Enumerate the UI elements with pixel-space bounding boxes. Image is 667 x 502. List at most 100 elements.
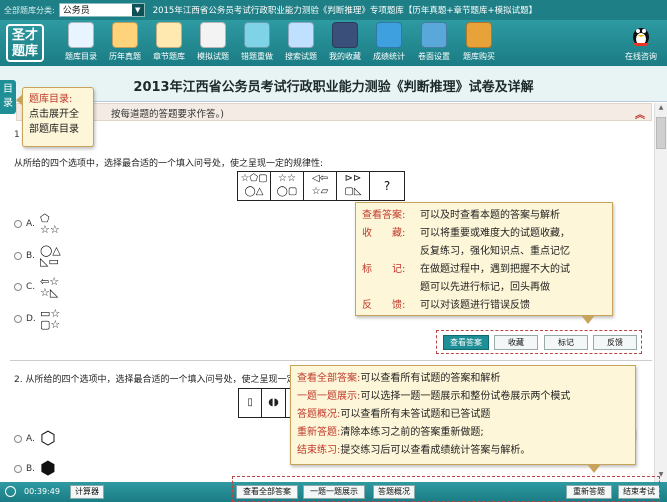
online-consult-button[interactable]: 在线咨询 [620,22,662,62]
refresh-icon [244,22,270,48]
penguin-icon [628,22,654,48]
toolbar-button-label: 我的收藏 [329,52,361,61]
tooltip-row: 答题概况: 可以查看所有未答试题和已答试题 [297,406,629,424]
tooltip-row: 重新答题: 清除本练习之前的答案重新做题; [297,424,629,442]
toolbar-button-7[interactable]: 我的收藏 [324,22,366,62]
category-select[interactable]: 公务员 ▼ [58,3,145,17]
toolbar-button-4[interactable]: 模拟试题 [192,22,234,62]
toolbar-button-2[interactable]: 历年真题 [104,22,146,62]
tooltip-key: 收 藏: [362,228,406,239]
q2-option-a[interactable]: A. ⬡ [14,428,84,450]
exam-title-bar: 2013年江西省公务员考试行政职业能力测验《判断推理》试卷及详解 [0,66,667,102]
bottom-actions-tooltip: 查看全部答案: 可以查看所有试题的答案和解析 一题一题展示: 可以选择一题一题展示和整… [290,365,636,473]
toolbar-button-1[interactable]: 题库目录 [60,22,102,62]
tooltip-row: 题可以先进行标记，回头再做 [362,279,606,297]
option-radio[interactable] [14,220,22,228]
logo-line-1: 圣才 [11,28,38,43]
favorite-button[interactable]: 收藏 [494,335,538,350]
tooltip-row: 反复练习，强化知识点、重点记忆 [362,243,606,261]
toolbar-button-8[interactable]: 成绩统计 [368,22,410,62]
option-b[interactable]: B. ◯△ ◺▭ [14,245,84,267]
catalog-tooltip: 题库目录: 点击展开全部题库目录 [16,87,94,147]
q2-option-b[interactable]: B. ⬢ [14,458,84,480]
sequence-cell: ☆☆ ◯▢ [271,172,304,200]
tooltip-value: 反复练习，强化知识点、重点记忆 [420,246,570,257]
vertical-scrollbar[interactable]: ▲ ▼ [654,103,667,482]
toolbar-button-label: 题库目录 [65,52,97,61]
option-figure: ◯△ ◺▭ [40,244,61,268]
sequence-cell: ? [383,179,391,193]
option-figure: ▭☆ ▢☆ [40,307,61,331]
main-toolbar: 圣才 题库 题库目录 历年真题 章节题库 模拟试题 错题重做 搜索试题 我的收藏 成绩统计 卷面… [0,20,667,66]
scroll-thumb[interactable] [656,117,666,149]
toolbar-button-6[interactable]: 搜索试题 [280,22,322,62]
option-c[interactable]: C. ⇦☆ ☆◺ [14,276,84,298]
catalog-tooltip-title: 题库目录: [29,94,73,105]
question-1-stem: 从所给的四个选项中，选择最合适的一个填入问号处，使之呈现一定的规律性: [14,159,324,169]
calculator-button[interactable]: 计算器 [70,485,104,499]
option-radio[interactable] [14,283,22,291]
tooltip-row: 收 藏: 可以将重要或难度大的试题收藏， [362,225,606,243]
option-letter: C. [26,282,36,292]
elapsed-time: 00:39:49 [24,487,60,496]
online-consult-label: 在线咨询 [625,52,657,61]
toolbar-button-10[interactable]: 题库购买 [458,22,500,62]
tooltip-value: 题可以先进行标记，回头再做 [420,282,550,293]
feedback-button[interactable]: 反馈 [593,335,637,350]
cart-icon [466,22,492,48]
tooltip-value: 在做题过程中，遇到把握不大的试 [420,264,570,275]
scroll-up-icon[interactable]: ▲ [656,104,666,114]
option-figure: ⬡ [40,428,56,449]
window-title: 2015年江西省公务员考试行政职业能力测验《判断推理》专项题库【历年真题+章节题… [152,6,538,16]
option-radio[interactable] [14,315,22,323]
option-a[interactable]: A. ⬠ ☆☆ [14,213,84,235]
option-d[interactable]: D. ▭☆ ▢☆ [14,308,84,330]
toolbar-button-label: 错题重做 [241,52,273,61]
sequence-cell: ▯ [239,389,263,417]
question-1-figure-sequence: ☆⬠▢ ◯△ ☆☆ ◯▢ ◁⇦ ☆▱ ⊳⊳ ▢◺? [237,171,405,201]
toolbar-button-label: 卷面设置 [418,52,450,61]
tooltip-value: 可以将重要或难度大的试题收藏， [420,228,570,239]
tooltip-key [362,279,420,297]
tooltip-value: 可以对该题进行错误反馈 [420,300,530,311]
toolbar-button-3[interactable]: 章节题库 [148,22,190,62]
pencil-note-icon [156,22,182,48]
option-letter: A. [26,434,35,444]
toolbar-button-label: 模拟试题 [197,52,229,61]
exam-actions-group [232,476,660,502]
sequence-cell: ⊳⊳ ▢◺ [337,172,370,200]
collapse-up-icon[interactable]: ︽ [635,106,645,121]
question-1-action-group: 查看答案 收藏 标记 反馈 [436,330,642,354]
tooltip-key: 答题概况: [297,409,341,420]
option-radio[interactable] [14,252,22,260]
category-select-value: 公务员 [62,6,90,16]
tooltip-key: 一题一题展示: [297,391,361,402]
toolbar-button-5[interactable]: 错题重做 [236,22,278,62]
top-bar: 全部题库分类: 公务员 ▼ 2015年江西省公务员考试行政职业能力测验《判断推理… [0,0,667,20]
logo-line-2: 题库 [11,44,38,59]
option-letter: A. [26,219,35,229]
option-figure: ⇦☆ ☆◺ [40,275,60,299]
search-globe-icon [288,22,314,48]
toolbar-button-label: 成绩统计 [373,52,405,61]
tooltip-key: 查看全部答案: [297,373,361,384]
toolbar-button-9[interactable]: 卷面设置 [413,22,455,62]
question-2-stem: 2. 从所给的四个选项中，选择最合适的一个填入问号处，使之呈现一定的规律性: [14,375,335,385]
exam-title: 2013年江西省公务员考试行政职业能力测验《判断推理》试卷及详解 [133,80,534,95]
tooltip-value: 可以查看所有试题的答案和解析 [360,373,501,384]
gear-icon [421,22,447,48]
tooltip-key: 查看答案: [362,210,406,221]
catalog-tab[interactable]: 目录 [0,80,16,114]
mark-button[interactable]: 标记 [544,335,588,350]
tooltip-key: 结束练习: [297,445,341,456]
option-radio[interactable] [14,465,22,473]
chevron-down-icon[interactable]: ▼ [131,4,144,16]
sequence-cell: ☆⬠▢ ◯△ [238,172,271,200]
book-icon [112,22,138,48]
tooltip-row: 标 记: 在做题过程中，遇到把握不大的试 [362,261,606,279]
option-radio[interactable] [14,435,22,443]
view-answer-button[interactable]: 查看答案 [443,335,489,350]
question-actions-tooltip: 查看答案: 可以及时查看本题的答案与解析收 藏: 可以将重要或难度大的试题收藏， 反复… [355,202,613,324]
app-logo: 圣才 题库 [6,24,44,62]
tooltip-key: 标 记: [362,264,406,275]
